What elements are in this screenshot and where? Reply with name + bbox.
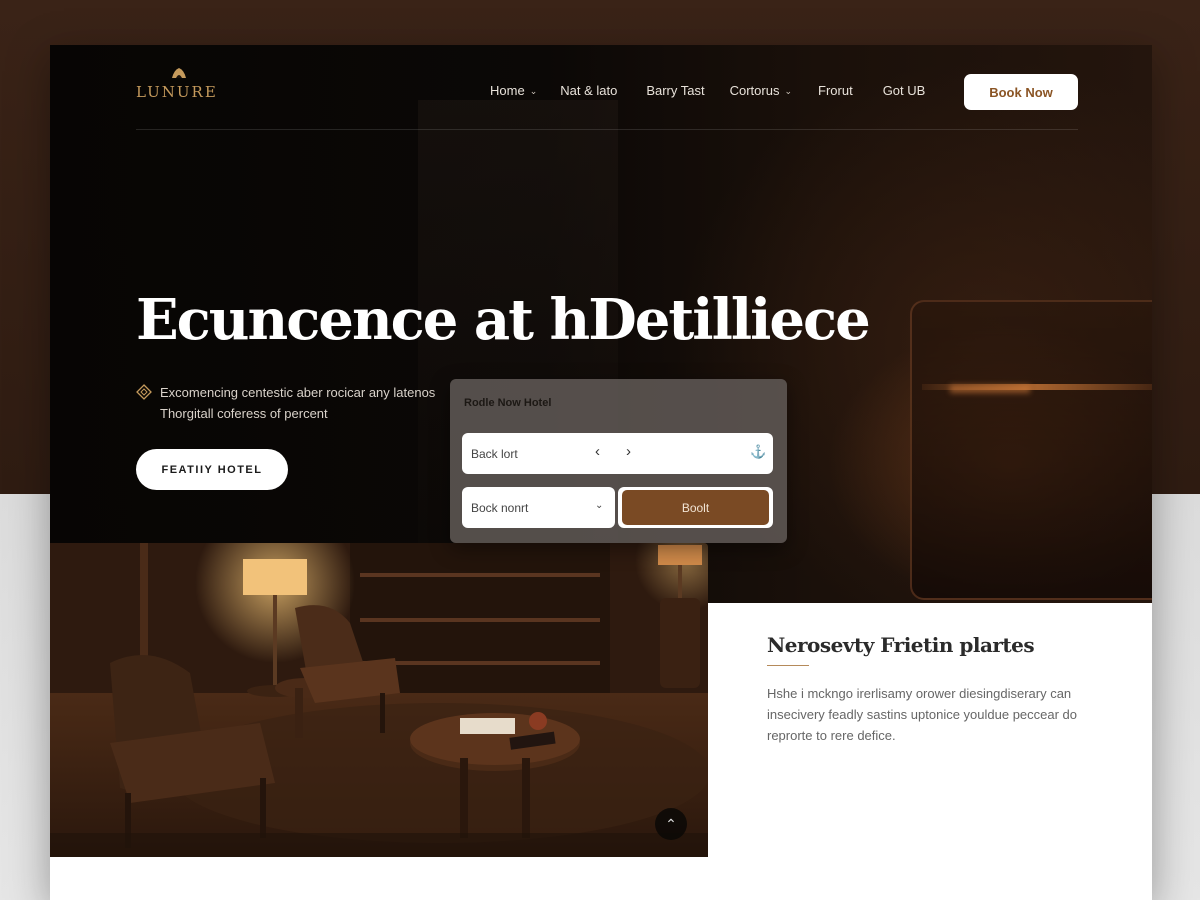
chevron-down-icon: ⌄	[784, 86, 793, 96]
nav-item-nat-lato[interactable]: Nat & lato	[560, 82, 617, 100]
chevron-right-icon[interactable]: ›	[626, 443, 631, 460]
nav-item-barry-tast[interactable]: Barry Tast	[646, 82, 704, 100]
page-frame: LUNURE Home ⌄ Nat & lato Barry Tast Cort…	[50, 45, 1152, 900]
chevron-down-icon: ⌄	[595, 500, 604, 511]
nav-item-home[interactable]: Home ⌄	[490, 82, 537, 100]
diamond-icon	[136, 384, 152, 400]
booking-widget: Rodle Now Hotel Back lort ‹ › ⚓ Bock non…	[450, 379, 787, 543]
hero-background-shelf	[910, 300, 1152, 600]
book-submit-button[interactable]: Boolt	[622, 490, 769, 525]
crown-leaf-icon	[172, 68, 186, 78]
footer-area	[50, 857, 1152, 900]
info-divider	[767, 665, 809, 666]
top-navigation: LUNURE Home ⌄ Nat & lato Barry Tast Cort…	[136, 68, 1078, 130]
check-in-date-field[interactable]: Back lort ‹ › ⚓	[462, 433, 773, 474]
nav-item-label: Cortorus	[729, 83, 780, 98]
nav-item-got-ub[interactable]: Got UB	[883, 82, 926, 100]
nav-item-label: Got UB	[882, 83, 926, 98]
book-now-button[interactable]: Book Now	[964, 74, 1078, 110]
brand-logo[interactable]: LUNURE	[136, 68, 236, 110]
room-select[interactable]: Bock nonrt ⌄	[462, 487, 615, 528]
book-button-container: Boolt	[618, 487, 773, 528]
check-in-label: Back lort	[471, 446, 518, 461]
hero-subtitle-line-1: Excomencing centestic aber rocicar any l…	[160, 385, 436, 400]
anchor-icon: ⚓	[750, 444, 767, 459]
scroll-to-top-button[interactable]: ⌃	[655, 808, 687, 840]
info-title: Nerosevty Frietin plartes	[767, 633, 1035, 657]
chevron-down-icon: ⌄	[529, 86, 538, 96]
nav-item-cortorus[interactable]: Cortorus ⌄	[730, 82, 792, 100]
nav-item-label: Home	[490, 83, 525, 98]
lounge-photo: ⌃	[50, 543, 708, 857]
nav-item-label: Barry Tast	[646, 83, 705, 98]
info-body: Hshe i mckngo irerlisamy orower diesingd…	[767, 686, 1078, 743]
hero-background-light	[950, 385, 1030, 393]
hero-subtitle-line-2: Thorgitall coferess of percent	[160, 406, 328, 421]
room-select-label: Bock nonrt	[471, 500, 529, 515]
hero-subtitle: Excomencing centestic aber rocicar any l…	[136, 382, 456, 424]
lounge-illustration	[50, 543, 708, 857]
featured-hotel-button[interactable]: FEATIIY HOTEL	[136, 449, 288, 490]
booking-title: Rodle Now Hotel	[464, 397, 552, 409]
nav-item-label: Nat & lato	[560, 83, 618, 98]
features-info-section: Nerosevty Frietin plartes Hshe i mckngo …	[708, 603, 1152, 857]
nav-item-frorut[interactable]: Frorut	[818, 82, 853, 100]
chevron-left-icon[interactable]: ‹	[595, 443, 600, 460]
nav-item-label: Frorut	[818, 83, 853, 98]
nav-links: Home ⌄ Nat & lato Barry Tast Cortorus ⌄ …	[490, 82, 925, 100]
brand-name: LUNURE	[136, 83, 218, 101]
hero-title: Ecuncence at hDetilliece	[136, 287, 871, 353]
